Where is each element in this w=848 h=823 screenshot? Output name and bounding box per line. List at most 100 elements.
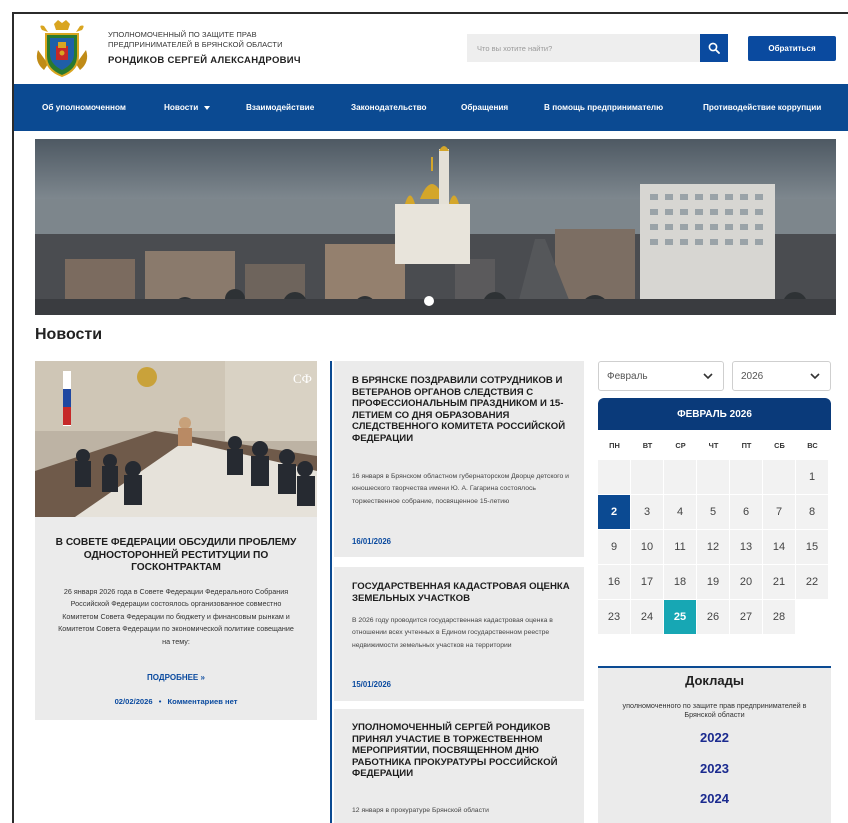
hero-banner[interactable] [35, 139, 836, 315]
calendar-day[interactable]: 11 [664, 530, 697, 565]
nav-item-label: Новости [164, 103, 199, 112]
report-year-link[interactable]: 2022 [598, 730, 831, 745]
calendar-day[interactable]: 19 [697, 565, 730, 600]
nav-item-label: Взаимодействие [246, 103, 315, 112]
calendar-day-selected[interactable]: 2 [598, 495, 631, 530]
news-item-date[interactable]: 16/01/2026 [352, 537, 391, 546]
ombudsman-name: РОНДИКОВ СЕРГЕЙ АЛЕКСАНДРОВИЧ [108, 55, 301, 66]
calendar-day[interactable]: 5 [697, 495, 730, 530]
nav-item-appeals[interactable]: Обращения [461, 84, 508, 131]
coat-of-arms-icon[interactable] [34, 20, 90, 78]
calendar-day[interactable]: 8 [796, 495, 829, 530]
news-item-excerpt: 16 января в Брянском областном губернато… [352, 473, 569, 505]
read-more-link[interactable]: ПОДРОБНЕЕ » [35, 673, 317, 682]
calendar-day-today[interactable]: 25 [664, 600, 697, 635]
slider-dot[interactable] [424, 296, 434, 306]
calendar-day[interactable]: 9 [598, 530, 631, 565]
report-year-link[interactable]: 2024 [598, 791, 831, 806]
section-title-news: Новости [35, 326, 103, 343]
contact-button[interactable]: Обратиться [748, 36, 836, 61]
calendar-day[interactable]: 21 [763, 565, 796, 600]
page-frame: УПОЛНОМОЧЕННЫЙ ПО ЗАЩИТЕ ПРАВ ПРЕДПРИНИМ… [12, 12, 848, 823]
org-title-line2: ПРЕДПРИНИМАТЕЛЕЙ В БРЯНСКОЙ ОБЛАСТИ [108, 40, 283, 49]
featured-news-card: СФ В СОВЕТЕ ФЕДЕРАЦИИ ОБСУДИЛИ ПРОБЛЕМУ … [35, 361, 317, 720]
calendar-day[interactable]: 24 [631, 600, 664, 635]
nav-item-about[interactable]: Об уполномоченном [42, 84, 126, 131]
calendar-day[interactable]: 27 [730, 600, 763, 635]
news-list-item: УПОЛНОМОЧЕННЫЙ СЕРГЕЙ РОНДИКОВ ПРИНЯЛ УЧ… [334, 709, 584, 823]
featured-news-photo[interactable]: СФ [35, 361, 317, 517]
calendar-day[interactable]: 18 [664, 565, 697, 600]
calendar-day[interactable]: 13 [730, 530, 763, 565]
calendar-weekday: ВТ [631, 430, 664, 460]
site-header: УПОЛНОМОЧЕННЫЙ ПО ЗАЩИТЕ ПРАВ ПРЕДПРИНИМ… [14, 14, 848, 84]
news-list-item: В БРЯНСКЕ ПОЗДРАВИЛИ СОТРУДНИКОВ И ВЕТЕР… [334, 361, 584, 557]
news-item-date[interactable]: 15/01/2026 [352, 680, 391, 689]
comments-link[interactable]: Комментариев нет [168, 697, 238, 706]
nav-item-cooperation[interactable]: Взаимодействие [246, 84, 314, 131]
news-item-title[interactable]: В БРЯНСКЕ ПОЗДРАВИЛИ СОТРУДНИКОВ И ВЕТЕР… [352, 375, 574, 444]
calendar-weekday: ЧТ [697, 430, 730, 460]
calendar-day[interactable]: 10 [631, 530, 664, 565]
calendar-day[interactable]: 3 [631, 495, 664, 530]
calendar-day[interactable]: 16 [598, 565, 631, 600]
calendar-empty-cell [730, 460, 763, 495]
calendar-weekday: ПН [598, 430, 631, 460]
calendar-day[interactable]: 6 [730, 495, 763, 530]
calendar-empty-cell [697, 460, 730, 495]
reports-title: Доклады [685, 673, 744, 688]
news-item-title[interactable]: УПОЛНОМОЧЕННЫЙ СЕРГЕЙ РОНДИКОВ ПРИНЯЛ УЧ… [352, 722, 574, 780]
calendar-empty-cell [598, 460, 631, 495]
calendar-day[interactable]: 1 [796, 460, 829, 495]
search-input[interactable] [467, 34, 700, 62]
search-icon [708, 42, 720, 54]
calendar-day[interactable]: 28 [763, 600, 796, 635]
report-year-link[interactable]: 2023 [598, 761, 831, 776]
nav-item-label: Об уполномоченном [42, 103, 126, 112]
month-select[interactable]: Февраль [598, 361, 724, 391]
calendar-day[interactable]: 7 [763, 495, 796, 530]
org-title-line1: УПОЛНОМОЧЕННЫЙ ПО ЗАЩИТЕ ПРАВ [108, 30, 257, 39]
nav-item-news[interactable]: Новости [164, 84, 211, 131]
watermark-logo: СФ [293, 371, 312, 386]
featured-news-title[interactable]: В СОВЕТЕ ФЕДЕРАЦИИ ОБСУДИЛИ ПРОБЛЕМУ ОДН… [45, 537, 307, 575]
calendar-day[interactable]: 15 [796, 530, 829, 565]
month-select-value: Февраль [607, 370, 648, 382]
nav-item-anti-corruption[interactable]: Противодействие коррупции [703, 84, 821, 131]
calendar-empty-cell [631, 460, 664, 495]
news-item-title[interactable]: ГОСУДАРСТВЕННАЯ КАДАСТРОВАЯ ОЦЕНКА ЗЕМЕЛ… [352, 581, 574, 604]
calendar-day[interactable]: 14 [763, 530, 796, 565]
chevron-down-icon [810, 373, 820, 380]
calendar-day[interactable]: 26 [697, 600, 730, 635]
calendar-weekday: СР [664, 430, 697, 460]
meta-separator: • [158, 697, 162, 706]
featured-news-meta: 02/02/2026 • Комментариев нет [35, 697, 317, 706]
calendar-empty-cell [763, 460, 796, 495]
calendar-weekday: ПТ [730, 430, 763, 460]
featured-news-excerpt: 26 января 2026 года в Совете Федерации Ф… [58, 587, 294, 646]
calendar-day[interactable]: 17 [631, 565, 664, 600]
city-panorama-image [35, 139, 836, 315]
news-list-accent-bar [330, 361, 332, 823]
featured-news-date[interactable]: 02/02/2026 [115, 697, 153, 706]
nav-item-legislation[interactable]: Законодательство [351, 84, 427, 131]
reports-widget: Доклады уполномоченного по защите прав п… [598, 666, 831, 823]
news-item-excerpt: 12 января в прокуратуре Брянской области [352, 807, 489, 814]
nav-item-entrepreneur-help[interactable]: В помощь предпринимателю [544, 84, 663, 131]
calendar-day[interactable]: 12 [697, 530, 730, 565]
calendar-day[interactable]: 20 [730, 565, 763, 600]
calendar-empty-cell [664, 460, 697, 495]
search-button[interactable] [700, 34, 728, 62]
calendar-day[interactable]: 23 [598, 600, 631, 635]
year-select[interactable]: 2026 [732, 361, 831, 391]
year-select-value: 2026 [741, 370, 764, 382]
calendar-day[interactable]: 4 [664, 495, 697, 530]
nav-item-label: В помощь предпринимателю [544, 103, 664, 112]
meeting-photo-image: СФ [35, 361, 317, 517]
reports-subtitle: уполномоченного по защите прав предприни… [622, 701, 807, 719]
calendar-day[interactable]: 22 [796, 565, 829, 600]
main-nav: Об уполномоченном Новости Взаимодействие… [14, 84, 848, 131]
nav-item-label: Противодействие коррупции [703, 103, 822, 112]
calendar-widget: ФЕВРАЛЬ 2026 ПН ВТ СР ЧТ ПТ СБ ВС 1 2 3 4 5 6 7 8 9 10 11… [598, 398, 831, 635]
calendar-weekday: СБ [763, 430, 796, 460]
